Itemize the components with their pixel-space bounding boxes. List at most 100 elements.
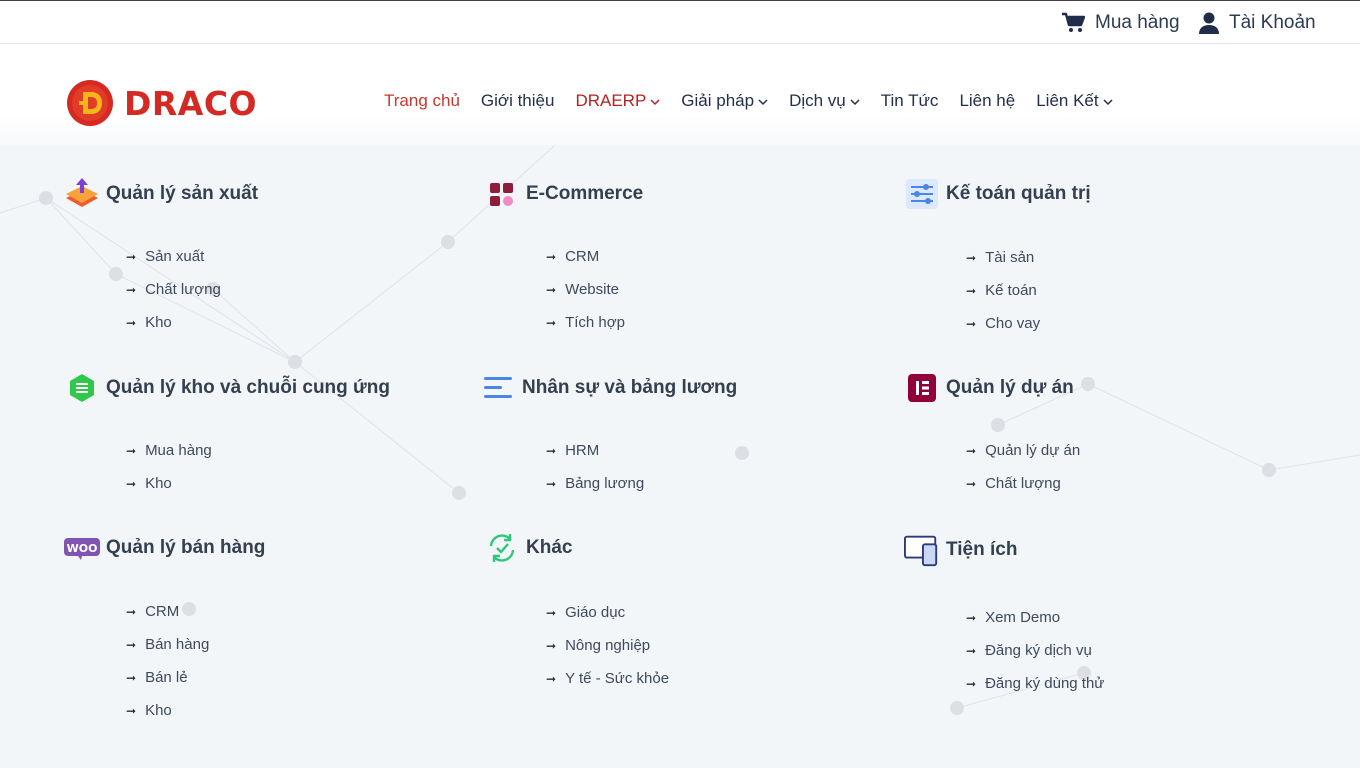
arrow-right-icon: ➞ [966, 283, 977, 298]
menu-link[interactable]: ➞ Xem Demo [966, 609, 1060, 626]
section-header[interactable]: Tiện ích [904, 532, 1017, 568]
section-header[interactable]: Khác [484, 530, 572, 566]
menu-link[interactable]: ➞ Tích hợp [546, 314, 625, 331]
devices-icon [904, 532, 940, 568]
menu-link[interactable]: ➞ Giáo dục [546, 604, 625, 621]
arrow-right-icon: ➞ [546, 315, 557, 330]
arrow-right-icon: ➞ [966, 250, 977, 265]
brand-name: DRACO [124, 83, 258, 123]
menu-link-label: Đăng ký dịch vụ [985, 642, 1092, 659]
menu-link-label: Y tế - Sức khỏe [565, 670, 670, 687]
menu-link-label: Chất lượng [985, 475, 1061, 492]
menu-section-ecommerce: E-Commerce ➞ CRM ➞ Website ➞ Tích hợp [484, 176, 643, 331]
menu-link[interactable]: ➞ Kho [126, 314, 172, 331]
menu-link-label: Cho vay [985, 315, 1041, 332]
section-header[interactable]: Kế toán quản trị [904, 176, 1091, 212]
section-title: Nhân sự và bảng lương [522, 377, 738, 398]
brand-logo[interactable]: DRACO [66, 79, 257, 127]
nav-services[interactable]: Dịch vụ [789, 91, 860, 111]
nav-news[interactable]: Tin Tức [881, 91, 939, 111]
menu-link[interactable]: ➞ Kho [126, 475, 172, 492]
section-header[interactable]: Quản lý dự án [904, 370, 1074, 406]
cart-label: Mua hàng [1095, 12, 1180, 33]
menu-section-sales: WOO Quản lý bán hàng ➞ CRM ➞ Bán hàng ➞ Bán… [64, 530, 265, 719]
section-header[interactable]: Nhân sự và bảng lương [480, 370, 737, 406]
nav-solutions-label: Giải pháp [681, 91, 755, 110]
nav-contact[interactable]: Liên hệ [959, 91, 1015, 111]
menu-section-warehouse: Quản lý kho và chuỗi cung ứng ➞ Mua hàng … [64, 370, 390, 492]
arrow-right-icon: ➞ [966, 443, 977, 458]
menu-section-hr: Nhân sự và bảng lương ➞ HRM ➞ Bảng lương [480, 370, 737, 492]
woo-icon: WOO [64, 530, 100, 566]
menu-link[interactable]: ➞ Bảng lương [546, 475, 644, 492]
menu-link-label: Mua hàng [145, 442, 212, 459]
menu-link[interactable]: ➞ Tài sản [966, 249, 1034, 266]
section-header[interactable]: E-Commerce [484, 176, 643, 212]
nav-solutions[interactable]: Giải pháp [681, 91, 768, 111]
lines-icon [480, 370, 516, 406]
menu-link-label: Bán hàng [145, 636, 210, 653]
menu-link[interactable]: ➞ Bán lẻ [126, 669, 188, 686]
hexagon-list-icon [64, 370, 100, 406]
cart-link[interactable]: Mua hàng [1061, 11, 1180, 35]
top-utility-bar: Mua hàng Tài Khoản [0, 0, 1360, 44]
menu-link-label: Đăng ký dùng thử [985, 675, 1105, 692]
section-header[interactable]: WOO Quản lý bán hàng [64, 530, 265, 566]
arrow-right-icon: ➞ [126, 476, 137, 491]
menu-link-label: HRM [565, 442, 600, 459]
chevron-down-icon [758, 98, 768, 105]
section-header[interactable]: Quản lý sản xuất [64, 176, 258, 212]
menu-section-projects: Quản lý dự án ➞ Quản lý dự án ➞ Chất lượng [904, 370, 1080, 492]
menu-link[interactable]: ➞ Kế toán [966, 282, 1037, 299]
menu-link[interactable]: ➞ Bán hàng [126, 636, 209, 653]
menu-link[interactable]: ➞ Website [546, 281, 619, 298]
menu-link[interactable]: ➞ Mua hàng [126, 442, 212, 459]
chevron-down-icon [1103, 98, 1113, 105]
arrow-right-icon: ➞ [126, 443, 137, 458]
arrow-right-icon: ➞ [546, 282, 557, 297]
draco-coin-icon [67, 80, 113, 126]
nav-news-label: Tin Tức [880, 91, 939, 110]
menu-link[interactable]: ➞ Sản xuất [126, 248, 204, 265]
menu-link[interactable]: ➞ Kho [126, 702, 172, 719]
nav-home[interactable]: Trang chủ [384, 91, 460, 111]
arrow-right-icon: ➞ [546, 605, 557, 620]
section-title: Khác [526, 537, 573, 558]
menu-link-label: Kế toán [985, 282, 1037, 299]
section-title: Quản lý dự án [946, 377, 1074, 398]
menu-link[interactable]: ➞ Nông nghiệp [546, 637, 650, 654]
menu-link-label: Bảng lương [565, 475, 645, 492]
menu-link[interactable]: ➞ Y tế - Sức khỏe [546, 670, 669, 687]
section-header[interactable]: Quản lý kho và chuỗi cung ứng [64, 370, 390, 406]
menu-link[interactable]: ➞ Cho vay [966, 315, 1040, 332]
section-title: E-Commerce [526, 183, 644, 204]
account-link[interactable]: Tài Khoản [1199, 11, 1316, 35]
menu-link[interactable]: ➞ CRM [126, 603, 179, 620]
menu-section-other: Khác ➞ Giáo dục ➞ Nông nghiệp ➞ Y tế - Sức … [484, 530, 669, 687]
upload-layers-icon [64, 176, 100, 212]
main-header: DRACO Trang chủ Giới thiệu DRAERP Giải p… [0, 44, 1360, 145]
arrow-right-icon: ➞ [126, 282, 137, 297]
menu-link[interactable]: ➞ HRM [546, 442, 599, 459]
arrow-right-icon: ➞ [546, 249, 557, 264]
menu-link[interactable]: ➞ CRM [546, 248, 599, 265]
menu-link-label: Nông nghiệp [565, 637, 651, 654]
menu-link-label: Bán lẻ [145, 669, 188, 686]
menu-link[interactable]: ➞ Quản lý dự án [966, 442, 1080, 459]
nav-about-label: Giới thiệu [480, 91, 555, 110]
arrow-right-icon: ➞ [546, 671, 557, 686]
arrow-right-icon: ➞ [126, 670, 137, 685]
nav-about[interactable]: Giới thiệu [481, 91, 555, 111]
menu-section-utilities: Tiện ích ➞ Xem Demo ➞ Đăng ký dịch vụ ➞ Đăn… [904, 532, 1104, 692]
menu-link[interactable]: ➞ Đăng ký dịch vụ [966, 642, 1092, 659]
section-title: Kế toán quản trị [946, 183, 1091, 204]
nav-home-label: Trang chủ [384, 91, 460, 110]
nav-links[interactable]: Liên Kết [1036, 91, 1113, 111]
nav-draerp[interactable]: DRAERP [575, 91, 660, 111]
menu-link[interactable]: ➞ Đăng ký dùng thử [966, 675, 1104, 692]
arrow-right-icon: ➞ [126, 604, 137, 619]
section-title: Quản lý kho và chuỗi cung ứng [106, 377, 391, 398]
menu-link[interactable]: ➞ Chất lượng [966, 475, 1061, 492]
menu-link[interactable]: ➞ Chất lượng [126, 281, 221, 298]
menu-link-label: Kho [145, 702, 172, 719]
